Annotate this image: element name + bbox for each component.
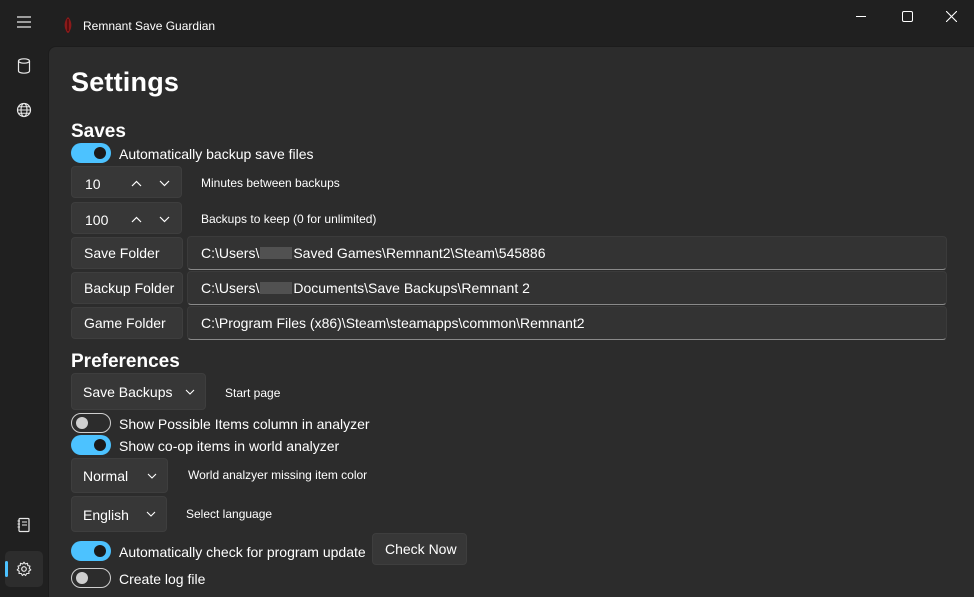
keep-number-box[interactable]: 100: [71, 202, 182, 234]
app-title: Remnant Save Guardian: [83, 19, 216, 33]
globe-icon: [16, 102, 32, 118]
settings-page: Settings Saves Automatically backup save…: [48, 46, 974, 597]
minutes-value: 10: [85, 176, 101, 192]
chevron-down-icon: [159, 180, 169, 186]
saves-heading: Saves: [71, 121, 126, 142]
menu-button[interactable]: [5, 4, 43, 40]
selection-indicator: [5, 561, 8, 577]
save-folder-path-suffix: Saved Games\Remnant2\Steam\545886: [293, 245, 546, 261]
minutes-increment-button[interactable]: [129, 176, 143, 190]
start-page-label: Start page: [225, 386, 281, 400]
log-file-label: Create log file: [119, 571, 206, 587]
possible-items-label: Show Possible Items column in analyzer: [119, 416, 370, 432]
close-icon: [945, 10, 957, 22]
start-page-dropdown[interactable]: Save Backups: [71, 373, 206, 410]
possible-items-toggle[interactable]: [71, 413, 111, 433]
minutes-decrement-button[interactable]: [157, 176, 171, 190]
backup-folder-button[interactable]: Backup Folder: [71, 272, 183, 304]
page-title: Settings: [71, 67, 180, 97]
redacted-username: [260, 247, 293, 259]
save-folder-path-prefix: C:\Users\: [201, 245, 260, 261]
nav-item-settings[interactable]: [5, 551, 43, 587]
keep-value: 100: [85, 212, 109, 228]
missing-color-dropdown[interactable]: Normal: [71, 458, 168, 493]
missing-color-label: World analzyer missing item color: [188, 468, 368, 482]
auto-update-label: Automatically check for program update: [119, 544, 366, 560]
backup-folder-path[interactable]: C:\Users\ Documents\Save Backups\Remnant …: [187, 271, 947, 305]
auto-backup-toggle[interactable]: [71, 143, 111, 163]
chevron-down-icon: [147, 473, 157, 479]
preferences-heading: Preferences: [71, 351, 180, 372]
keep-label: Backups to keep (0 for unlimited): [201, 212, 377, 226]
toggle-knob: [76, 572, 88, 584]
app-logo-icon: [64, 17, 72, 33]
close-button[interactable]: [928, 0, 974, 32]
toggle-knob: [76, 417, 88, 429]
minutes-label: Minutes between backups: [201, 176, 340, 190]
minimize-icon: [855, 15, 866, 17]
nav-item-world-analyzer[interactable]: [5, 92, 43, 128]
log-file-toggle[interactable]: [71, 568, 111, 588]
game-folder-path[interactable]: C:\Program Files (x86)\Steam\steamapps\c…: [187, 306, 947, 340]
nav-item-log[interactable]: [5, 507, 43, 543]
game-folder-button[interactable]: Game Folder: [71, 307, 183, 339]
navigation-rail: [0, 0, 48, 597]
maximize-icon: [901, 10, 913, 22]
missing-color-value: Normal: [83, 468, 129, 484]
minutes-number-box[interactable]: 10: [71, 166, 182, 198]
language-value: English: [83, 507, 129, 523]
notebook-icon: [17, 517, 30, 533]
save-folder-button[interactable]: Save Folder: [71, 237, 183, 269]
chevron-down-icon: [185, 389, 195, 395]
toggle-knob: [94, 545, 106, 557]
nav-item-save-backups[interactable]: [5, 48, 43, 84]
backup-folder-path-suffix: Documents\Save Backups\Remnant 2: [293, 280, 530, 296]
keep-decrement-button[interactable]: [157, 212, 171, 226]
chevron-down-icon: [159, 216, 169, 222]
maximize-button[interactable]: [884, 0, 930, 32]
gear-icon: [16, 561, 32, 577]
auto-update-toggle[interactable]: [71, 541, 111, 561]
backup-folder-path-prefix: C:\Users\: [201, 280, 260, 296]
check-now-button[interactable]: Check Now: [372, 533, 467, 565]
database-icon: [17, 58, 31, 74]
hamburger-menu-icon: [17, 16, 31, 28]
minimize-button[interactable]: [838, 0, 884, 32]
start-page-value: Save Backups: [83, 384, 173, 400]
auto-backup-label: Automatically backup save files: [119, 146, 314, 162]
coop-items-label: Show co-op items in world analyzer: [119, 438, 340, 454]
chevron-up-icon: [131, 180, 141, 186]
language-dropdown[interactable]: English: [71, 496, 167, 532]
toggle-knob: [94, 439, 106, 451]
chevron-up-icon: [131, 216, 141, 222]
redacted-username: [260, 282, 293, 294]
keep-increment-button[interactable]: [129, 212, 143, 226]
title-bar: Remnant Save Guardian: [0, 0, 974, 46]
save-folder-path[interactable]: C:\Users\ Saved Games\Remnant2\Steam\5458…: [187, 236, 947, 270]
toggle-knob: [94, 147, 106, 159]
language-label: Select language: [186, 507, 273, 521]
coop-items-toggle[interactable]: [71, 435, 111, 455]
chevron-down-icon: [146, 511, 156, 517]
